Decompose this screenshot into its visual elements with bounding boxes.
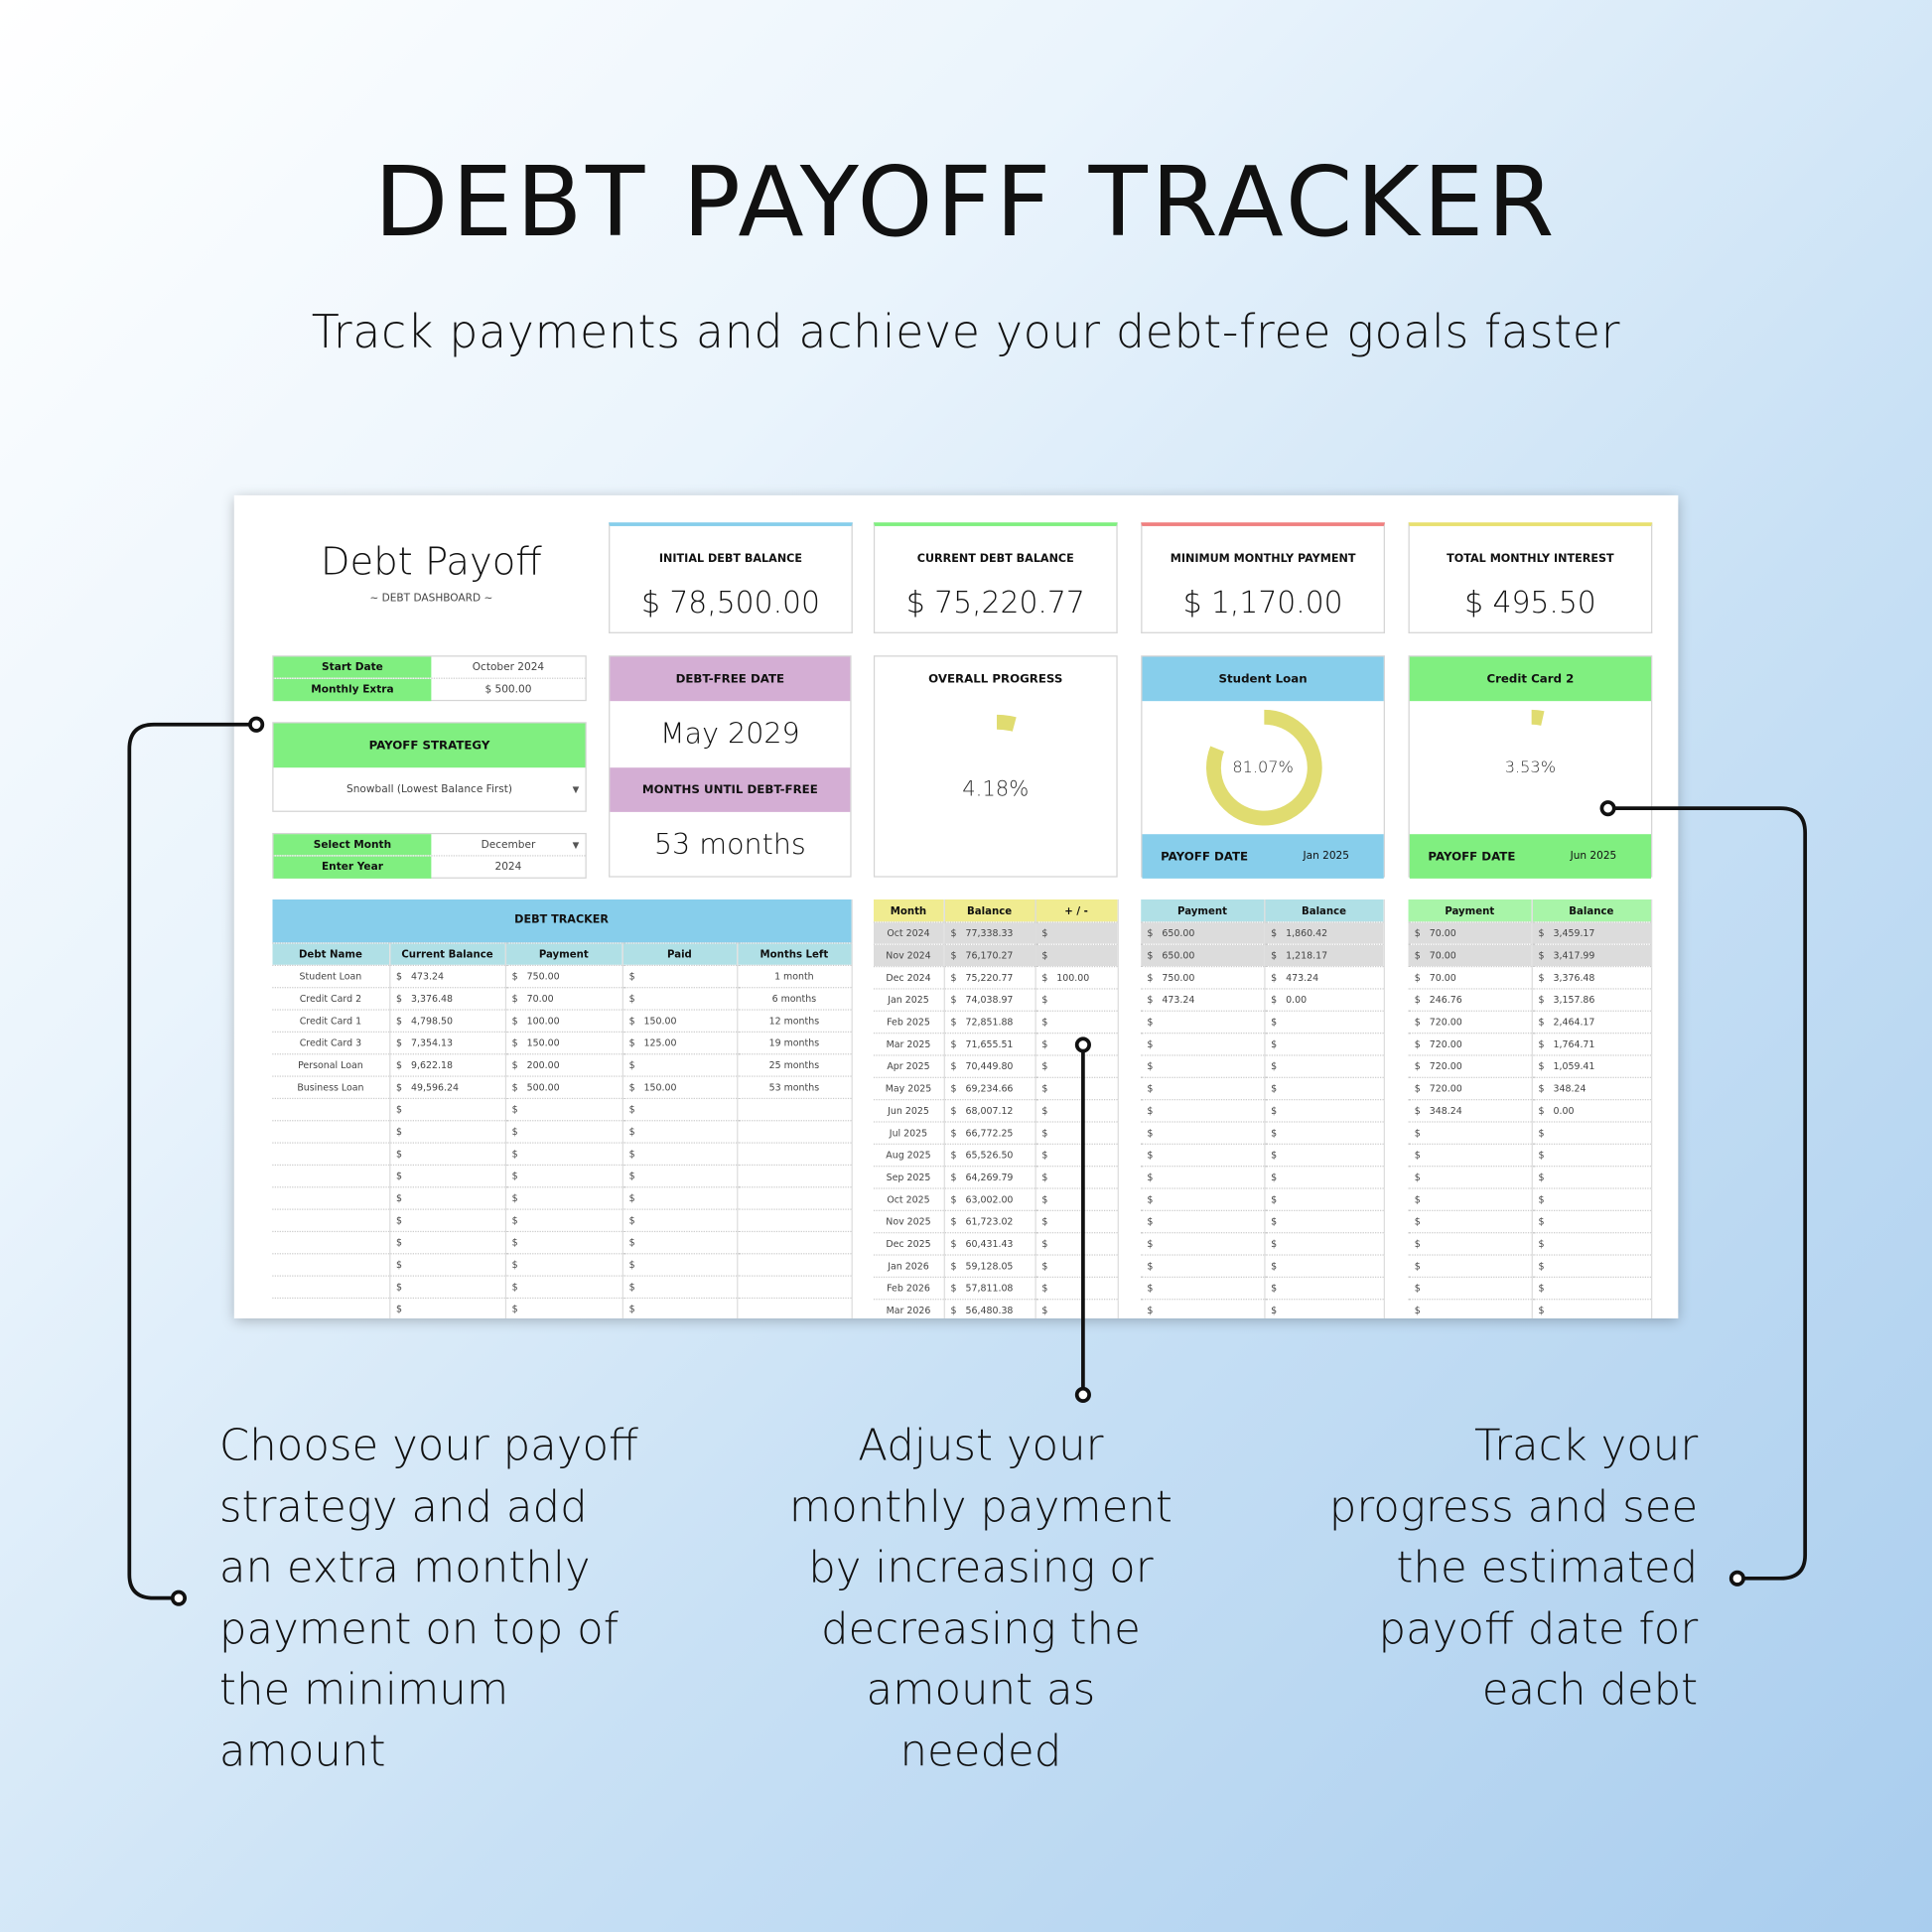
- callout-line: monthly payment: [788, 1482, 1173, 1533]
- callout-line: needed: [899, 1726, 1062, 1777]
- callout-line: progress and see: [1328, 1482, 1699, 1533]
- callout-line: amount: [218, 1726, 386, 1777]
- callout-line: the estimated: [1396, 1544, 1699, 1593]
- connector-dot: [1074, 1036, 1091, 1053]
- callout-line: an extra monthly: [218, 1544, 591, 1593]
- callout-line: decreasing the: [820, 1604, 1141, 1655]
- callout-line: each debt: [1481, 1665, 1699, 1716]
- callout-line: amount as: [866, 1665, 1096, 1716]
- connector-dot: [248, 716, 265, 733]
- callout-line: payoff date for: [1378, 1604, 1699, 1655]
- connector-dot: [170, 1589, 188, 1606]
- connector-dot: [1728, 1570, 1745, 1587]
- callout-line: Adjust your: [858, 1422, 1104, 1471]
- callout-line: Track your: [1474, 1422, 1699, 1471]
- callout-line: Choose your payoff: [218, 1422, 638, 1471]
- callout-middle: Adjust your monthly payment by increasing …: [735, 1417, 1227, 1783]
- connector-dot: [1599, 800, 1616, 817]
- callout-line: payment on top of: [218, 1604, 619, 1655]
- callout-left: Choose your payoff strategy and add an ext…: [219, 1417, 638, 1783]
- callout-line: by increasing or: [808, 1544, 1154, 1593]
- connector-dot: [1074, 1386, 1091, 1403]
- callout-line: the minimum: [218, 1665, 509, 1716]
- callout-right: Track your progress and see the estimated p…: [1205, 1417, 1698, 1722]
- callout-line: strategy and add: [218, 1482, 588, 1533]
